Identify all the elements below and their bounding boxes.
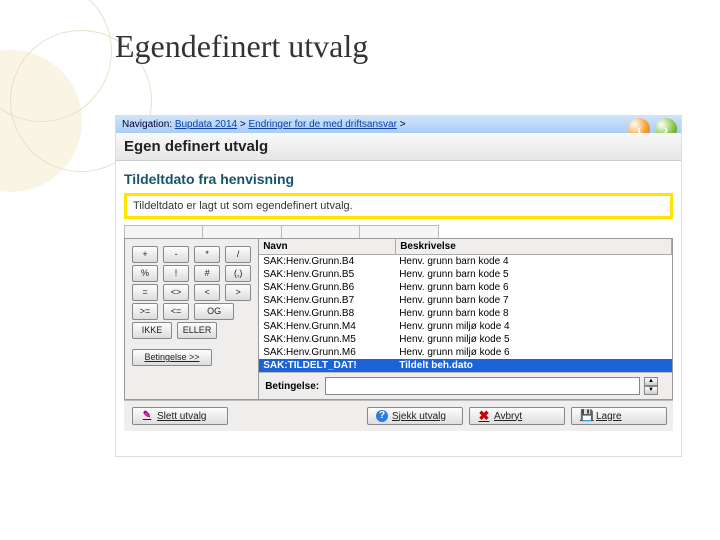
betingelse-field[interactable] [325, 377, 640, 395]
sjekk-utvalg-button[interactable]: Sjekk utvalg [367, 407, 463, 425]
list-item[interactable]: SAK:TILDELT_DAT!Tildelt beh.dato [259, 359, 672, 372]
highlight-message: Tildeltdato er lagt ut som egendefinert … [124, 193, 673, 219]
op-paren[interactable]: (,) [225, 265, 251, 282]
col-beskrivelse[interactable]: Beskrivelse [396, 239, 672, 254]
betingelse-button[interactable]: Betingelse >> [132, 349, 212, 366]
nav-label: Navigation: [122, 119, 172, 130]
tab-strip [124, 225, 673, 238]
tab[interactable] [124, 225, 203, 238]
save-icon [580, 410, 592, 422]
op-lt[interactable]: < [194, 284, 220, 301]
col-navn[interactable]: Navn [259, 239, 396, 254]
edit-icon [141, 410, 153, 422]
op-eller[interactable]: ELLER [177, 322, 217, 339]
close-icon [478, 410, 490, 422]
op-neq[interactable]: <> [163, 284, 189, 301]
op-percent[interactable]: % [132, 265, 158, 282]
list-item[interactable]: SAK:Henv.Grunn.M5Henv. grunn miljø kode … [259, 333, 672, 346]
crumb-bupdata[interactable]: Bupdata 2014 [175, 119, 237, 130]
list-item[interactable]: SAK:Henv.Grunn.M6Henv. grunn miljø kode … [259, 346, 672, 359]
lagre-button[interactable]: Lagre [571, 407, 667, 425]
question-icon [376, 410, 388, 422]
avbryt-button[interactable]: Avbryt [469, 407, 565, 425]
op-lte[interactable]: <= [163, 303, 189, 320]
op-og[interactable]: OG [194, 303, 234, 320]
operator-keypad: + - * / % ! # (,) = <> < > [125, 239, 258, 399]
app-window: Navigation: Bupdata 2014 > Endringer for… [115, 115, 682, 457]
op-mult[interactable]: * [194, 246, 220, 263]
list-item[interactable]: SAK:Henv.Grunn.M4Henv. grunn miljø kode … [259, 320, 672, 333]
op-div[interactable]: / [225, 246, 251, 263]
section-title: Tildeltdato fra henvisning [124, 171, 673, 187]
list-item[interactable]: SAK:Henv.Grunn.B4Henv. grunn barn kode 4 [259, 255, 672, 268]
op-ikke[interactable]: IKKE [132, 322, 172, 339]
op-minus[interactable]: - [163, 246, 189, 263]
list-item[interactable]: SAK:Henv.Grunn.B5Henv. grunn barn kode 5 [259, 268, 672, 281]
op-gte[interactable]: >= [132, 303, 158, 320]
page-title: Egen definert utvalg [116, 133, 681, 161]
nav-forward-icon[interactable]: › [655, 118, 677, 133]
list-item[interactable]: SAK:Henv.Grunn.B7Henv. grunn barn kode 7 [259, 294, 672, 307]
slett-utvalg-button[interactable]: Slett utvalg [132, 407, 228, 425]
op-excl[interactable]: ! [163, 265, 189, 282]
slide-title: Egendefinert utvalg [115, 28, 368, 65]
op-hash[interactable]: # [194, 265, 220, 282]
op-eq[interactable]: = [132, 284, 158, 301]
crumb-endringer[interactable]: Endringer for de med driftsansvar [249, 119, 397, 130]
breadcrumb: Navigation: Bupdata 2014 > Endringer for… [116, 116, 681, 133]
list-item[interactable]: SAK:Henv.Grunn.B8Henv. grunn barn kode 8 [259, 307, 672, 320]
op-plus[interactable]: + [132, 246, 158, 263]
nav-back-icon[interactable]: ‹ [628, 118, 650, 133]
betingelse-label: Betingelse: [265, 381, 319, 392]
spinner[interactable]: ▲▼ [644, 377, 658, 395]
op-gt[interactable]: > [225, 284, 251, 301]
selection-list: Navn Beskrivelse SAK:Henv.Grunn.B4Henv. … [258, 239, 672, 399]
list-item[interactable]: SAK:Henv.Grunn.B6Henv. grunn barn kode 6 [259, 281, 672, 294]
